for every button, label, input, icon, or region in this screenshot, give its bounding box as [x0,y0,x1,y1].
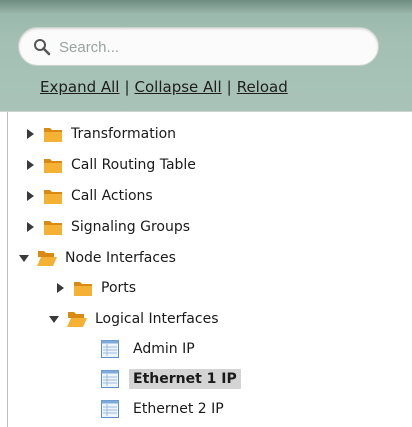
triangle-right-icon[interactable] [24,221,36,233]
tree-node-logical-interfaces[interactable]: Logical Interfaces [48,306,218,332]
tree-node-label[interactable]: Ports [101,280,136,296]
table-page-icon [101,400,119,418]
separator: | [124,78,130,96]
tree-node-label[interactable]: Call Actions [71,188,153,204]
reload-link[interactable]: Reload [237,78,288,96]
triangle-right-icon[interactable] [54,282,66,294]
tree-node-label[interactable]: Transformation [71,126,176,142]
tree-node-label[interactable]: Signaling Groups [71,219,190,235]
folder-icon [74,282,92,296]
table-page-icon [101,340,119,358]
tree-left-border [7,112,8,427]
tree-leaf-label[interactable]: Admin IP [129,339,199,359]
tree-node-label[interactable]: Logical Interfaces [95,311,218,327]
tree-node-signaling-groups[interactable]: Signaling Groups [24,214,190,240]
folder-icon [44,159,62,173]
folder-icon [44,128,62,142]
tree-node-transformation[interactable]: Transformation [24,121,176,147]
tree-actions: Expand All | Collapse All | Reload [40,78,288,100]
triangle-right-icon[interactable] [24,159,36,171]
expand-all-link[interactable]: Expand All [40,78,119,96]
table-page-icon [101,370,119,388]
tree-node-label[interactable]: Node Interfaces [65,250,176,266]
tree-header-panel: Expand All|Collapse All|Reload [0,0,412,111]
tree-node-ports[interactable]: Ports [54,275,136,301]
folder-open-icon [37,251,57,266]
tree-node-call-routing-table[interactable]: Call Routing Table [24,152,196,178]
tree-node-call-actions[interactable]: Call Actions [24,183,153,209]
search-input[interactable] [59,36,359,58]
tree-leaf-ethernet-1-ip[interactable]: Ethernet 1 IP [100,366,241,392]
header-top-strip [0,0,412,13]
tree-node-label[interactable]: Call Routing Table [71,157,196,173]
folder-icon [44,221,62,235]
folder-open-icon [67,312,87,327]
tree-leaf-label[interactable]: Ethernet 1 IP [129,369,241,389]
tree-leaf-admin-ip[interactable]: Admin IP [100,336,199,362]
search-box[interactable] [18,27,379,66]
triangle-down-icon[interactable] [48,313,60,325]
header-divider [0,111,412,112]
triangle-down-icon[interactable] [18,252,30,264]
search-icon [34,39,51,56]
tree-leaf-ethernet-2-ip[interactable]: Ethernet 2 IP [100,396,228,422]
separator: | [226,78,232,96]
collapse-all-link[interactable]: Collapse All [135,78,222,96]
tree-node-node-interfaces[interactable]: Node Interfaces [18,245,176,271]
triangle-right-icon[interactable] [24,128,36,140]
folder-icon [44,190,62,204]
tree-leaf-label[interactable]: Ethernet 2 IP [129,399,228,419]
triangle-right-icon[interactable] [24,190,36,202]
